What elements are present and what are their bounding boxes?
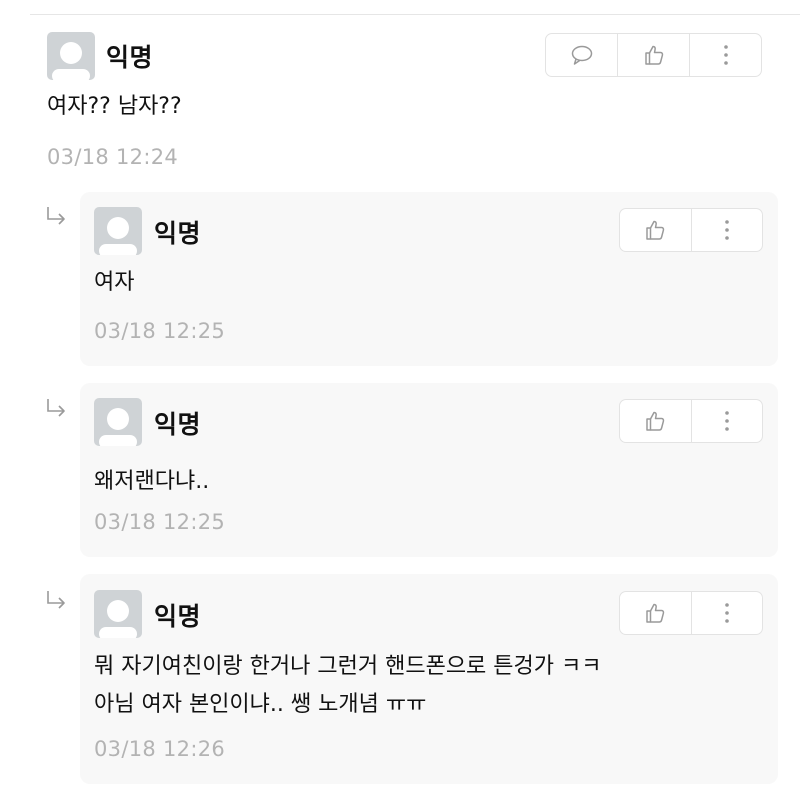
more-vertical-icon — [724, 603, 729, 623]
reply-card: 익명 뭐 자기여친이랑 한거나 그런거 핸드폰으로 튼겅가 ㅋㅋ 아님 여자 본… — [80, 574, 778, 784]
more-options-button[interactable] — [692, 400, 763, 442]
reply-arrow-icon — [47, 591, 65, 609]
reply-text-line: 뭐 자기여친이랑 한거나 그런거 핸드폰으로 튼겅가 ㅋㅋ — [94, 654, 602, 679]
more-vertical-icon — [724, 220, 729, 240]
more-options-button[interactable] — [692, 592, 763, 634]
reply-actions — [619, 591, 763, 635]
reply-card: 익명 왜저랜다냐.. 03/18 12:25 — [80, 383, 778, 557]
top-divider — [30, 14, 800, 15]
comment-timestamp: 03/18 12:24 — [47, 145, 179, 169]
reply-card: 익명 여자 03/18 12:25 — [80, 192, 778, 366]
reply-author[interactable]: 익명 — [154, 597, 201, 633]
more-vertical-icon — [724, 411, 729, 431]
comment-text: 여자?? 남자?? — [47, 94, 182, 119]
like-button[interactable] — [620, 400, 692, 442]
thumbs-up-icon — [644, 45, 663, 65]
reply-author[interactable]: 익명 — [154, 214, 201, 250]
comment-author[interactable]: 익명 — [106, 38, 153, 74]
avatar — [47, 32, 95, 80]
reply-actions — [619, 208, 763, 252]
reply-timestamp: 03/18 12:25 — [94, 510, 226, 534]
more-options-button[interactable] — [692, 209, 763, 251]
more-vertical-icon — [723, 45, 728, 65]
comment-actions — [545, 33, 762, 77]
default-profile-icon — [99, 600, 137, 638]
more-options-button[interactable] — [690, 34, 761, 76]
reply-arrow-icon — [47, 207, 65, 225]
reply-text: 여자 — [94, 270, 135, 295]
reply-actions — [619, 399, 763, 443]
reply-icon — [571, 45, 592, 65]
reply-text: 왜저랜다냐.. — [94, 469, 210, 494]
default-profile-icon — [99, 217, 137, 255]
thumbs-up-icon — [646, 411, 665, 431]
reply-timestamp: 03/18 12:25 — [94, 319, 226, 343]
like-button[interactable] — [620, 209, 692, 251]
like-button[interactable] — [618, 34, 690, 76]
thumbs-up-icon — [646, 603, 665, 623]
reply-author[interactable]: 익명 — [154, 405, 201, 441]
thumbs-up-icon — [646, 220, 665, 240]
reply-timestamp: 03/18 12:26 — [94, 737, 226, 761]
avatar — [94, 207, 142, 255]
like-button[interactable] — [620, 592, 692, 634]
reply-button[interactable] — [546, 34, 618, 76]
avatar — [94, 398, 142, 446]
reply-arrow-icon — [47, 399, 65, 417]
default-profile-icon — [52, 42, 90, 80]
avatar — [94, 590, 142, 638]
reply-text-line: 아님 여자 본인이냐.. 쌩 노개념 ㅠㅠ — [94, 692, 427, 717]
default-profile-icon — [99, 408, 137, 446]
